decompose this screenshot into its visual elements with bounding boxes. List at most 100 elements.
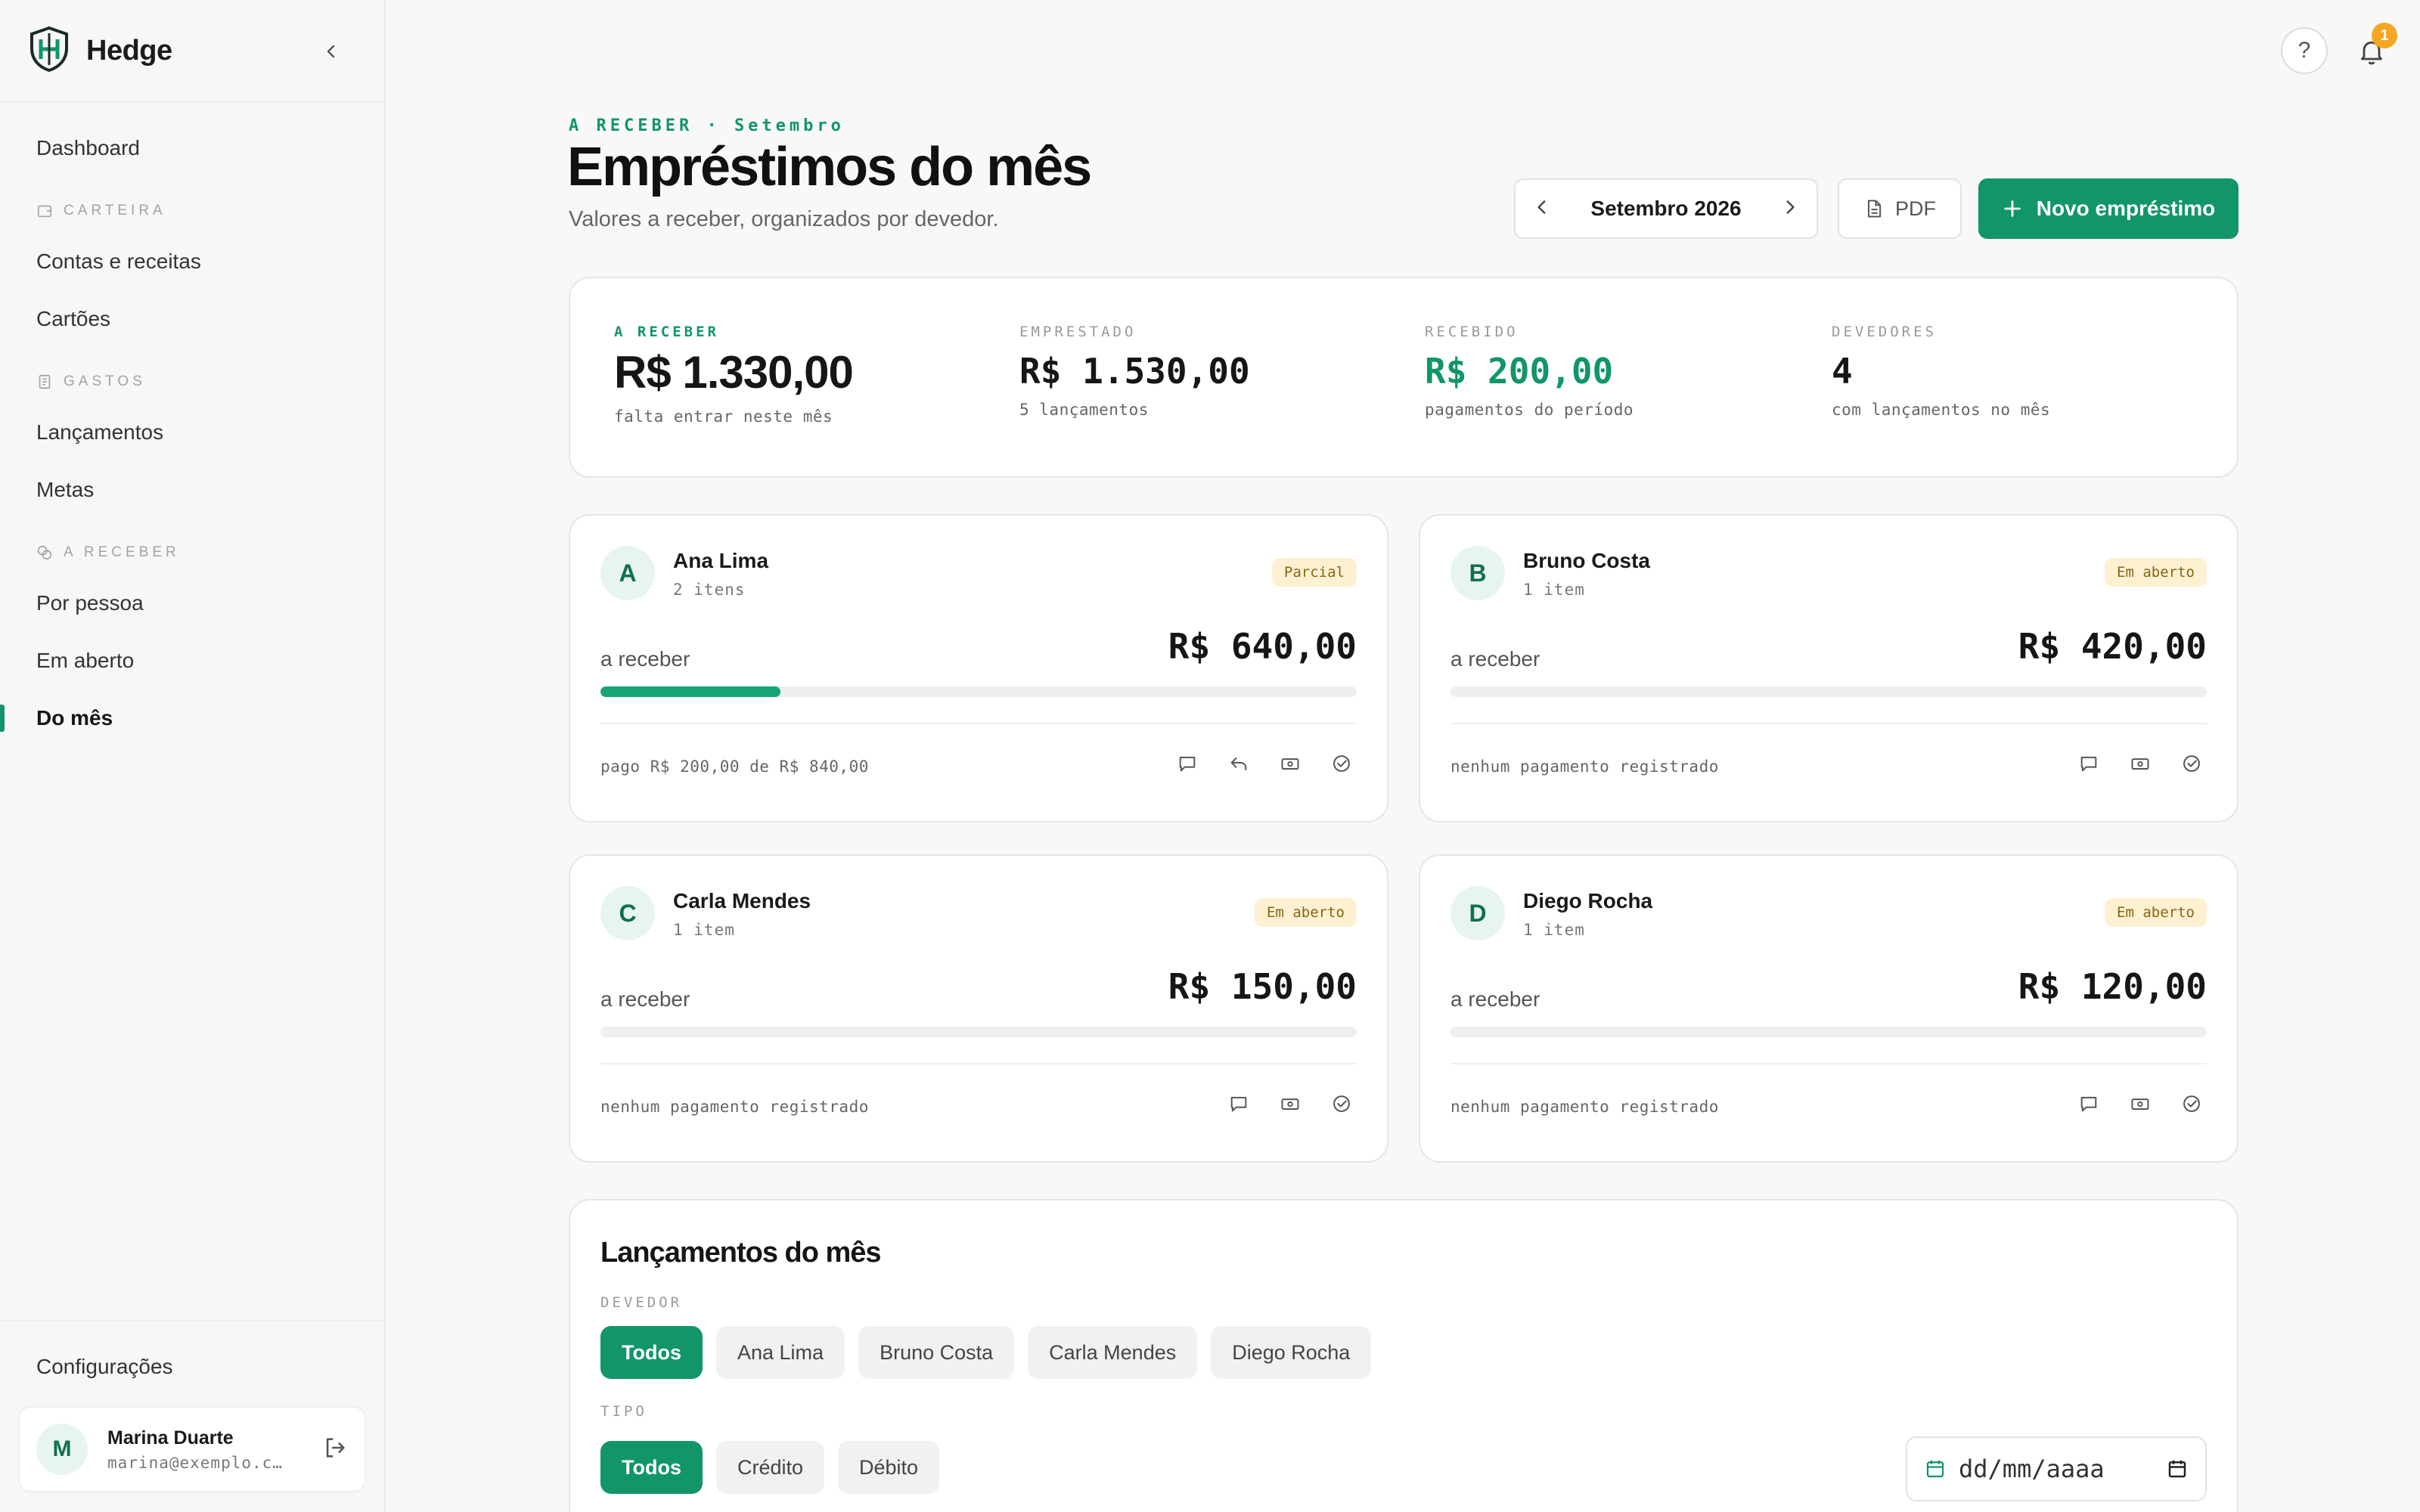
brand-name: Hedge [86, 34, 172, 67]
debtor-filter-carla-mendes[interactable]: Carla Mendes [1028, 1326, 1198, 1379]
next-month-button[interactable] [1780, 197, 1800, 221]
date-placeholder: dd/mm/aaaa [1959, 1455, 2105, 1483]
user-email: marina@exemplo.c… [107, 1453, 283, 1472]
payment-progress-bar [600, 686, 1357, 697]
help-button[interactable]: ? [2281, 27, 2328, 74]
comment-button[interactable] [2074, 748, 2104, 779]
collapse-sidebar-button[interactable] [316, 36, 346, 67]
check-circle-icon [2183, 1095, 2200, 1112]
status-badge: Em aberto [2105, 898, 2207, 927]
page-eyebrow: A RECEBER · Setembro [569, 116, 845, 135]
debtor-card-ana-lima[interactable]: A Ana Lima 2 itens Parcial a receber R$ … [569, 514, 1388, 823]
stat-emprestado: EMPRESTADO R$ 1.530,00 5 lançamentos [1019, 324, 1250, 419]
type-filter-credito[interactable]: Crédito [715, 1441, 825, 1494]
notification-count-badge: 1 [2372, 23, 2397, 48]
sidebar-item-cartoes[interactable]: Cartões [36, 302, 110, 336]
sidebar-item-lancamentos[interactable]: Lançamentos [36, 416, 163, 449]
sidebar-item-do-mes[interactable]: Do mês [36, 702, 113, 735]
current-month-label[interactable]: Setembro 2026 [1590, 197, 1741, 221]
debtor-filter-diego-rocha[interactable]: Diego Rocha [1211, 1326, 1372, 1379]
register-payment-button[interactable] [2125, 1089, 2155, 1119]
register-payment-button[interactable] [1275, 748, 1305, 779]
new-loan-button[interactable]: Novo empréstimo [1978, 178, 2238, 239]
avatar: M [36, 1424, 88, 1475]
month-navigator: Setembro 2026 [1514, 178, 1818, 239]
logout-icon[interactable] [322, 1435, 348, 1464]
type-filter-debito[interactable]: Débito [838, 1441, 940, 1494]
receive-amount: R$ 640,00 [1168, 626, 1357, 667]
receive-label: a receber [1450, 987, 1540, 1011]
register-payment-button[interactable] [1275, 1089, 1305, 1119]
brand[interactable]: Hedge [29, 26, 172, 76]
sidebar-item-por-pessoa[interactable]: Por pessoa [36, 587, 144, 620]
debtor-name: Diego Rocha [1523, 889, 1653, 912]
payment-summary: nenhum pagamento registrado [1450, 1098, 1719, 1116]
type-filter-todos[interactable]: Todos [600, 1441, 703, 1494]
mark-paid-button[interactable] [1326, 748, 1357, 779]
status-badge: Parcial [1271, 558, 1357, 587]
undo-button[interactable] [1224, 748, 1254, 779]
status-badge: Em aberto [1255, 898, 1357, 927]
comment-icon [2080, 756, 2097, 772]
plus-icon [2004, 200, 2021, 217]
mark-paid-button[interactable] [1326, 1089, 1357, 1119]
sidebar-section-gastos: GASTOS [36, 373, 146, 390]
stat-devedores: DEVEDORES 4 com lançamentos no mês [1832, 324, 2051, 419]
banknote-icon [2131, 758, 2149, 770]
payment-progress-bar [1450, 1027, 2207, 1037]
date-filter-input[interactable]: dd/mm/aaaa [1906, 1436, 2207, 1501]
debtor-filter-ana-lima[interactable]: Ana Lima [715, 1326, 845, 1379]
comment-icon [1179, 756, 1196, 772]
stat-recebido: RECEBIDO R$ 200,00 pagamentos do período [1425, 324, 1634, 419]
comment-icon [2080, 1096, 2097, 1112]
page-subtitle: Valores a receber, organizados por deved… [569, 207, 999, 231]
chevron-left-icon [1537, 200, 1546, 214]
entries-title: Lançamentos do mês [600, 1237, 882, 1269]
debtor-name: Ana Lima [673, 549, 769, 572]
debtor-filter-chips: Todos Ana Lima Bruno Costa Carla Mendes … [600, 1326, 1372, 1379]
debtor-card-carla-mendes[interactable]: C Carla Mendes 1 item Em aberto a recebe… [569, 854, 1388, 1163]
sidebar-bottom-divider [0, 1320, 386, 1321]
sidebar-item-em-aberto[interactable]: Em aberto [36, 644, 134, 677]
avatar: A [600, 546, 655, 600]
check-circle-icon [1333, 755, 1350, 772]
debtor-filter-bruno-costa[interactable]: Bruno Costa [858, 1326, 1015, 1379]
comment-button[interactable] [1224, 1089, 1254, 1119]
chevron-left-icon [327, 45, 335, 58]
sidebar-section-a-receber: A RECEBER [36, 544, 180, 561]
mark-paid-button[interactable] [2176, 748, 2207, 779]
mark-paid-button[interactable] [2176, 1089, 2207, 1119]
debtor-items-count: 1 item [673, 921, 735, 939]
sidebar-item-dashboard[interactable]: Dashboard [36, 132, 140, 165]
comment-button[interactable] [1172, 748, 1202, 779]
undo-icon [1230, 758, 1247, 771]
previous-month-button[interactable] [1532, 197, 1552, 221]
payment-progress-bar [600, 1027, 1357, 1037]
sidebar-item-contas-receitas[interactable]: Contas e receitas [36, 245, 201, 278]
check-circle-icon [2183, 755, 2200, 772]
sidebar-item-configuracoes[interactable]: Configurações [36, 1350, 173, 1383]
debtor-items-count: 1 item [1523, 581, 1585, 599]
document-icon [1868, 200, 1882, 218]
receive-amount: R$ 120,00 [2018, 966, 2207, 1007]
summary-panel: A RECEBER R$ 1.330,00 falta entrar neste… [569, 277, 2238, 478]
status-badge: Em aberto [2105, 558, 2207, 587]
receipt-icon [39, 374, 51, 389]
debtor-card-diego-rocha[interactable]: D Diego Rocha 1 item Em aberto a receber… [1419, 854, 2238, 1163]
banknote-icon [1281, 758, 1299, 770]
type-filter-label: TIPO [600, 1403, 647, 1420]
receive-amount: R$ 420,00 [2018, 626, 2207, 667]
hedge-logo-icon [29, 26, 70, 76]
entries-panel: Lançamentos do mês DEVEDOR Todos Ana Lim… [569, 1199, 2238, 1512]
calendar-icon [1926, 1460, 1944, 1478]
banknote-icon [2131, 1098, 2149, 1110]
sidebar-item-metas[interactable]: Metas [36, 473, 94, 507]
receive-amount: R$ 150,00 [1168, 966, 1357, 1007]
debtor-filter-todos[interactable]: Todos [600, 1326, 703, 1379]
pdf-export-button[interactable]: PDF [1838, 178, 1962, 239]
register-payment-button[interactable] [2125, 748, 2155, 779]
receive-label: a receber [600, 987, 690, 1011]
comment-button[interactable] [2074, 1089, 2104, 1119]
debtor-card-bruno-costa[interactable]: B Bruno Costa 1 item Em aberto a receber… [1419, 514, 2238, 823]
avatar: B [1450, 546, 1505, 600]
